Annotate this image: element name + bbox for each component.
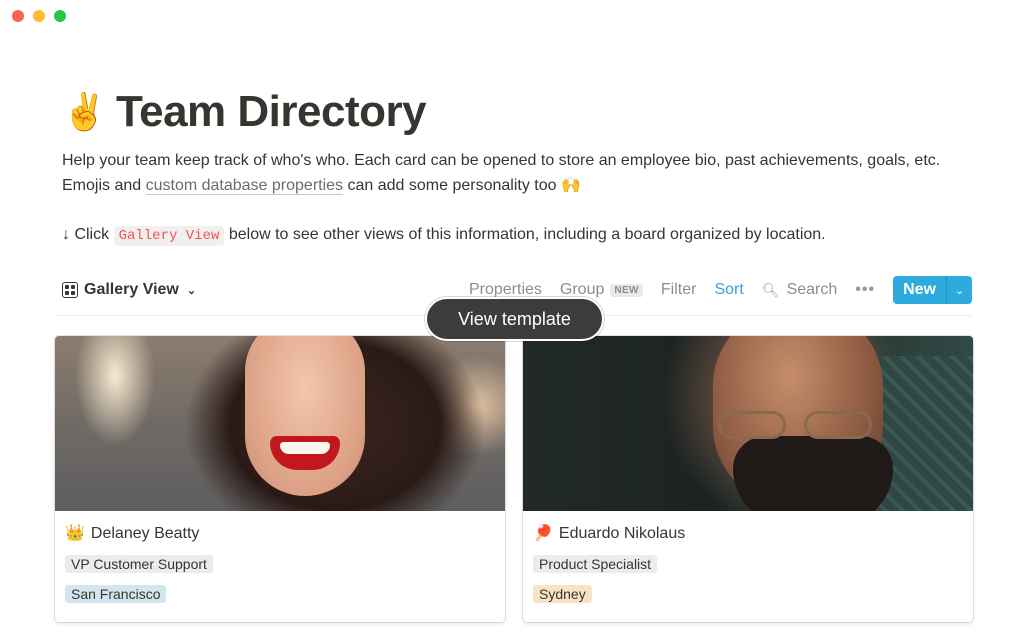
card-name: Delaney Beatty: [90, 525, 200, 542]
view-switcher[interactable]: Gallery View ⌄: [62, 281, 196, 299]
page-title[interactable]: Team Directory: [116, 86, 427, 138]
more-options-icon[interactable]: •••: [855, 281, 875, 299]
role-tag: VP Customer Support: [65, 555, 213, 573]
ping-pong-icon: 🏓: [533, 525, 553, 542]
new-badge: NEW: [610, 283, 643, 297]
page-header: ✌️ Team Directory: [62, 86, 427, 138]
search-label: Search: [786, 281, 838, 298]
gallery-grid-icon: [62, 282, 78, 298]
role-tag: Product Specialist: [533, 555, 658, 573]
view-label: Gallery View: [84, 281, 179, 298]
hint-text: ↓ Click Gallery View below to see other …: [62, 223, 826, 248]
page-description: Help your team keep track of who's who. …: [62, 148, 982, 198]
card-title: 👑 Delaney Beatty: [65, 523, 495, 545]
filter-button[interactable]: Filter: [661, 281, 697, 299]
new-button[interactable]: New: [893, 276, 946, 304]
victory-hand-icon[interactable]: ✌️: [62, 88, 107, 136]
card-body: 🏓 Eduardo Nikolaus Product Specialist Sy…: [523, 511, 973, 604]
card-name: Eduardo Nikolaus: [558, 525, 686, 542]
view-template-button[interactable]: View template: [425, 297, 604, 341]
location-tag: Sydney: [533, 585, 592, 603]
card-title: 🏓 Eduardo Nikolaus: [533, 523, 963, 545]
crown-icon: 👑: [65, 525, 85, 542]
card-body: 👑 Delaney Beatty VP Customer Support San…: [55, 511, 505, 604]
new-button-group: New ⌄: [893, 276, 972, 304]
search-button[interactable]: 🔍︎ Search: [762, 281, 837, 299]
hint-prefix: Click: [70, 226, 114, 243]
zoom-window-button[interactable]: [54, 10, 66, 22]
card-cover-image: [523, 336, 973, 511]
window-controls: [12, 10, 66, 22]
custom-database-properties-link[interactable]: custom database properties: [145, 177, 344, 195]
arrow-down-icon: ↓: [62, 226, 70, 243]
gallery-card[interactable]: 👑 Delaney Beatty VP Customer Support San…: [55, 336, 505, 622]
description-suffix: can add some personality too: [343, 177, 561, 194]
raising-hands-icon: 🙌: [560, 177, 581, 194]
new-dropdown-chevron-icon[interactable]: ⌄: [946, 276, 972, 304]
gallery-card[interactable]: 🏓 Eduardo Nikolaus Product Specialist Sy…: [523, 336, 973, 622]
card-cover-image: [55, 336, 505, 511]
gallery-view-code: Gallery View: [113, 226, 225, 246]
location-tag: San Francisco: [65, 585, 167, 603]
description-line-1: Help your team keep track of who's who. …: [62, 152, 941, 169]
minimize-window-button[interactable]: [33, 10, 45, 22]
hint-suffix: below to see other views of this informa…: [224, 226, 826, 243]
sort-button[interactable]: Sort: [714, 281, 743, 299]
description-prefix: Emojis and: [62, 177, 146, 194]
chevron-down-icon: ⌄: [186, 284, 197, 297]
close-window-button[interactable]: [12, 10, 24, 22]
search-icon: 🔍︎: [761, 281, 780, 298]
description-line-2: Emojis and custom database properties ca…: [62, 173, 982, 198]
